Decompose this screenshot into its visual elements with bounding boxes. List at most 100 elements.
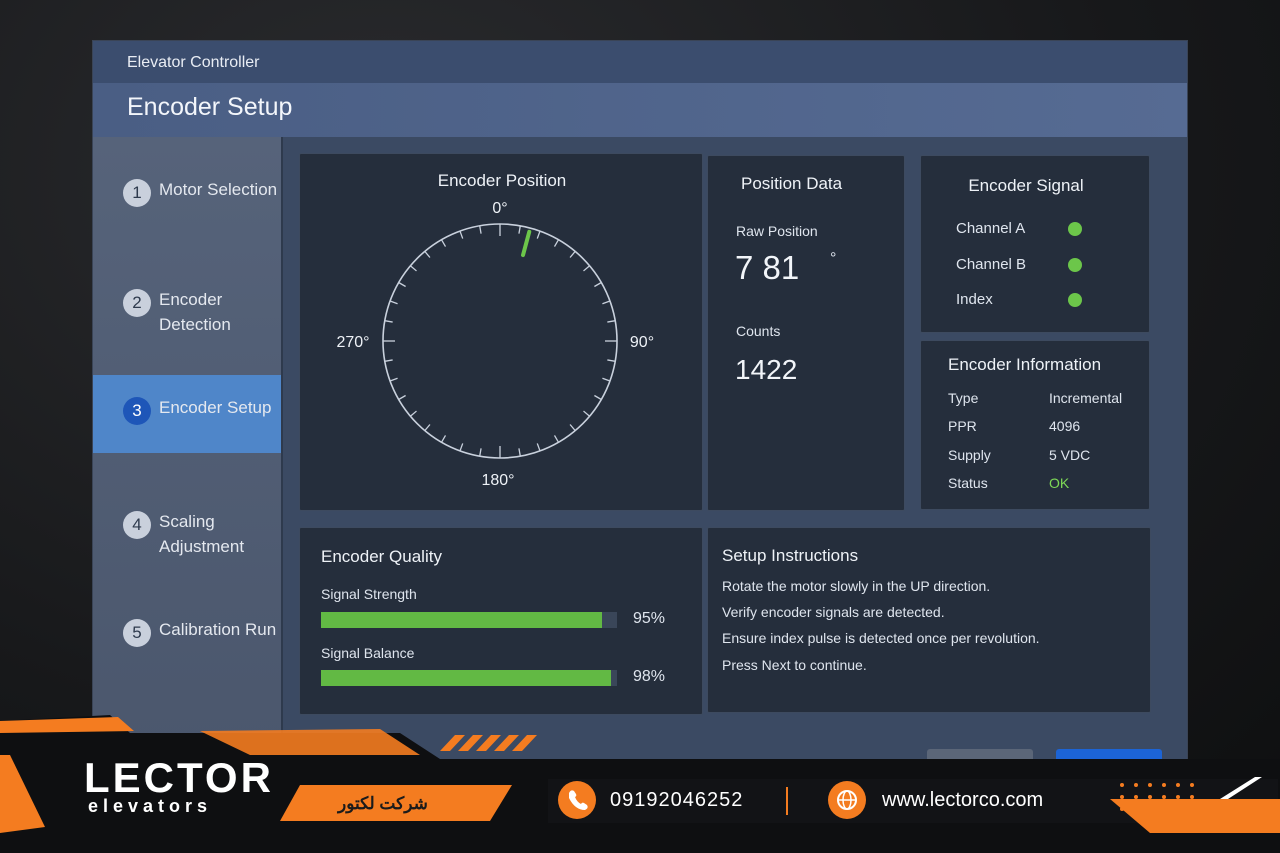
step-label: Encoder Detection xyxy=(159,290,231,334)
raw-position-unit: ° xyxy=(830,250,837,267)
signal-balance-label: Signal Balance xyxy=(321,645,415,661)
setup-instructions-panel: Setup Instructions Rotate the motor slow… xyxy=(707,527,1151,713)
dial-tick xyxy=(536,443,541,452)
signal-strength-bar xyxy=(321,612,617,628)
page-header: Encoder Setup xyxy=(93,83,1187,137)
dial-tick xyxy=(569,424,576,432)
step-number: 4 xyxy=(123,511,151,539)
encoder-position-panel: Encoder Position 0° 90° 180° 270° xyxy=(299,153,703,511)
raw-position-value: 7 81 xyxy=(735,249,800,286)
dial-tick xyxy=(518,225,521,234)
index-label: Index xyxy=(956,291,993,308)
signal-balance-value: 98% xyxy=(633,668,666,685)
dial-tick xyxy=(459,230,464,239)
info-value-status: OK xyxy=(1049,475,1070,491)
signal-balance-bar xyxy=(321,670,617,686)
encoder-quality-panel: Encoder Quality Signal Strength 95% Sign… xyxy=(299,527,703,715)
channel-a-label: Channel A xyxy=(956,220,1026,237)
channel-a-status-led xyxy=(1068,222,1082,236)
dial-tick xyxy=(602,377,611,382)
signal-strength-label: Signal Strength xyxy=(321,586,417,602)
instruction-line: Ensure index pulse is detected once per … xyxy=(722,630,1040,646)
dial-label-left: 270° xyxy=(336,334,369,351)
dial-tick xyxy=(424,250,431,258)
brand-tagline: elevators xyxy=(88,796,213,816)
panel-title: Encoder Information xyxy=(948,355,1102,374)
encoder-information-panel: Encoder Information Type Incremental PPR… xyxy=(920,340,1150,510)
step-label: Encoder Setup xyxy=(159,398,272,417)
dial-tick xyxy=(518,448,521,457)
step-label: Calibration Run xyxy=(159,620,277,639)
dial-tick xyxy=(594,281,602,288)
dial-ticks xyxy=(383,224,617,458)
brand-website: www.lectorco.com xyxy=(882,789,1044,811)
step-label: Scaling Adjustment xyxy=(159,512,245,556)
app-bar: Elevator Controller xyxy=(93,41,1187,83)
dial-tick xyxy=(459,443,464,452)
encoder-signal-panel: Encoder Signal Channel A Channel B Index xyxy=(920,155,1150,333)
counts-value: 1422 xyxy=(735,354,798,385)
info-value-supply: 5 VDC xyxy=(1049,447,1091,463)
brand-logo: LECTOR xyxy=(84,754,274,801)
step-scaling-adjustment[interactable]: 4 Scaling Adjustment xyxy=(93,499,281,577)
step-encoder-setup[interactable]: 3 Encoder Setup xyxy=(93,375,281,453)
step-label: Motor Selection xyxy=(159,180,278,199)
step-motor-selection[interactable]: 1 Motor Selection xyxy=(93,167,281,245)
dial-tick xyxy=(536,230,541,239)
step-encoder-detection[interactable]: 2 Encoder Detection xyxy=(93,277,281,355)
panel-title: Encoder Quality xyxy=(321,547,442,566)
info-key-ppr: PPR xyxy=(948,418,977,434)
app-title: Elevator Controller xyxy=(127,54,260,71)
dial-tick xyxy=(409,265,417,272)
brand-persian-name: شرکت لکتور xyxy=(338,794,428,813)
dial-tick xyxy=(583,410,591,417)
info-key-type: Type xyxy=(948,390,979,406)
encoder-dial: 0° 90° 180° 270° xyxy=(336,200,654,489)
dial-label-right: 90° xyxy=(630,334,654,351)
dial-tick xyxy=(607,320,616,323)
dial-tick xyxy=(553,239,560,247)
instruction-line: Press Next to continue. xyxy=(722,657,867,673)
panel-title: Setup Instructions xyxy=(722,546,859,565)
step-number: 2 xyxy=(123,289,151,317)
dial-tick xyxy=(389,377,398,382)
position-data-panel: Position Data Raw Position 7 81 ° Counts… xyxy=(707,155,905,511)
info-key-status: Status xyxy=(948,475,988,491)
dial-tick xyxy=(389,300,398,305)
dial-tick xyxy=(602,300,611,305)
counts-label: Counts xyxy=(736,323,781,339)
index-status-led xyxy=(1068,293,1082,307)
wizard-steps: 1 Motor Selection 2 Encoder Detection 3 … xyxy=(93,137,281,799)
main-content: Encoder Position 0° 90° 180° 270° Positi… xyxy=(283,137,1187,799)
info-key-supply: Supply xyxy=(948,447,991,463)
dial-tick xyxy=(398,281,406,288)
instruction-line: Verify encoder signals are detected. xyxy=(722,604,945,620)
signal-balance-fill xyxy=(321,670,612,686)
dial-tick xyxy=(440,239,447,247)
dial-ring xyxy=(382,223,618,459)
signal-strength-fill xyxy=(321,612,603,628)
hmi-screen: Elevator Controller Encoder Setup 1 Moto… xyxy=(92,40,1188,800)
dial-tick xyxy=(594,394,602,401)
step-calibration-run[interactable]: 5 Calibration Run xyxy=(93,607,281,685)
instruction-line: Rotate the motor slowly in the UP direct… xyxy=(722,578,991,594)
panel-title: Encoder Signal xyxy=(968,176,1084,195)
dial-tick xyxy=(384,320,393,323)
page-title: Encoder Setup xyxy=(127,93,293,121)
dial-tick xyxy=(440,435,447,443)
info-value-ppr: 4096 xyxy=(1049,418,1081,434)
info-value-type: Incremental xyxy=(1049,390,1123,406)
brand-phone: 09192046252 xyxy=(610,789,744,811)
signal-strength-value: 95% xyxy=(633,610,666,627)
dial-tick xyxy=(479,448,482,457)
step-number: 3 xyxy=(123,397,151,425)
dial-tick xyxy=(583,265,591,272)
dial-label-top: 0° xyxy=(492,200,507,217)
dial-tick xyxy=(607,359,616,362)
dial-tick xyxy=(569,250,576,258)
brand-banner: LECTOR elevators شرکت لکتور 09192046252 … xyxy=(0,715,1280,853)
dial-label-bottom: 180° xyxy=(481,472,514,489)
dial-pointer xyxy=(521,229,532,258)
step-number: 5 xyxy=(123,619,151,647)
dial-tick xyxy=(553,435,560,443)
